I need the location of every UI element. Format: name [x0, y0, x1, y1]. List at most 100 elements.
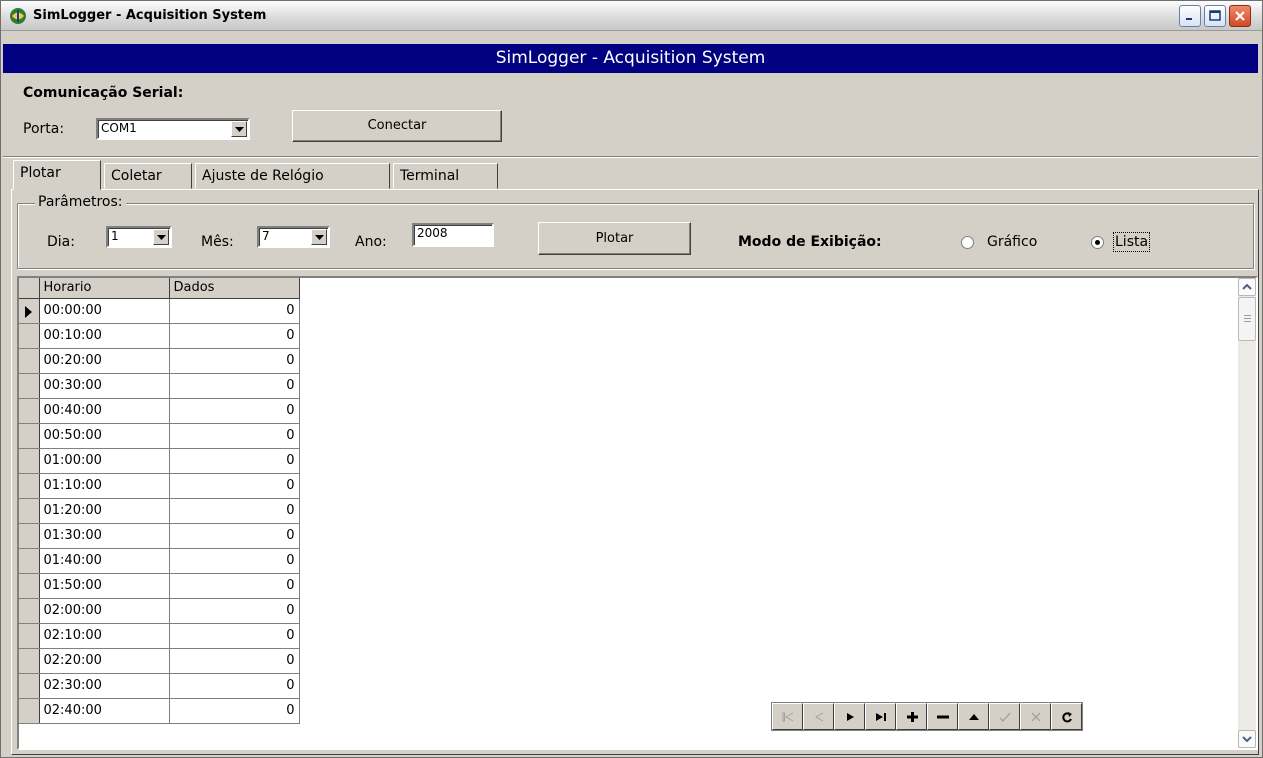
last-record-button[interactable] — [865, 703, 896, 730]
table-row[interactable]: 02:10:00 0 — [19, 623, 300, 649]
port-select[interactable]: COM1 — [96, 118, 250, 140]
tab-coletar[interactable]: Coletar — [104, 163, 192, 189]
title-bar[interactable]: SimLogger - Acquisition System — [1, 1, 1262, 31]
cell-horario[interactable]: 00:20:00 — [39, 348, 170, 374]
column-header-horario[interactable]: Horario — [39, 278, 170, 299]
mode-grafico-label[interactable]: Gráfico — [987, 234, 1037, 250]
first-record-button[interactable] — [772, 703, 803, 730]
mode-grafico-radio[interactable] — [961, 236, 974, 249]
table-row[interactable]: 00:50:00 0 — [19, 423, 300, 449]
cell-dados[interactable]: 0 — [169, 523, 300, 549]
cell-horario[interactable]: 00:00:00 — [39, 298, 170, 324]
row-indicator[interactable] — [19, 698, 40, 724]
maximize-button[interactable] — [1204, 5, 1226, 27]
cell-dados[interactable]: 0 — [169, 698, 300, 724]
scroll-thumb[interactable] — [1238, 297, 1256, 341]
scroll-up-button[interactable] — [1238, 278, 1256, 296]
prior-record-button[interactable] — [803, 703, 834, 730]
column-header-dados[interactable]: Dados — [169, 278, 300, 299]
connect-button[interactable]: Conectar — [292, 110, 502, 142]
row-indicator[interactable] — [19, 498, 40, 524]
cell-dados[interactable]: 0 — [169, 598, 300, 624]
row-indicator[interactable] — [19, 623, 40, 649]
table-row[interactable]: 01:20:00 0 — [19, 498, 300, 524]
row-indicator[interactable] — [19, 573, 40, 599]
cell-horario[interactable]: 00:40:00 — [39, 398, 170, 424]
cell-dados[interactable]: 0 — [169, 473, 300, 499]
cell-horario[interactable]: 01:00:00 — [39, 448, 170, 474]
row-indicator[interactable] — [19, 398, 40, 424]
table-row[interactable]: 01:00:00 0 — [19, 448, 300, 474]
cell-dados[interactable]: 0 — [169, 423, 300, 449]
mode-lista-radio[interactable] — [1091, 236, 1104, 249]
cell-dados[interactable]: 0 — [169, 448, 300, 474]
row-indicator[interactable] — [19, 348, 40, 374]
row-indicator[interactable] — [19, 323, 40, 349]
chevron-down-icon[interactable] — [153, 229, 169, 245]
cell-horario[interactable]: 02:30:00 — [39, 673, 170, 699]
cell-horario[interactable]: 02:40:00 — [39, 698, 170, 724]
table-row[interactable]: 00:30:00 0 — [19, 373, 300, 399]
table-row[interactable]: 00:10:00 0 — [19, 323, 300, 349]
mode-lista-label[interactable]: Lista — [1113, 232, 1151, 252]
table-row[interactable]: 02:00:00 0 — [19, 598, 300, 624]
table-row[interactable]: 01:10:00 0 — [19, 473, 300, 499]
row-indicator[interactable] — [19, 373, 40, 399]
cell-horario[interactable]: 01:40:00 — [39, 548, 170, 574]
close-button[interactable] — [1229, 5, 1251, 27]
table-row[interactable]: 00:40:00 0 — [19, 398, 300, 424]
year-input[interactable]: 2008 — [412, 223, 494, 247]
insert-record-button[interactable] — [896, 703, 927, 730]
cell-horario[interactable]: 01:10:00 — [39, 473, 170, 499]
table-row[interactable]: 00:00:00 0 — [19, 298, 300, 324]
table-row[interactable]: 02:20:00 0 — [19, 648, 300, 674]
minimize-button[interactable] — [1179, 5, 1201, 27]
row-indicator[interactable] — [19, 423, 40, 449]
cell-dados[interactable]: 0 — [169, 648, 300, 674]
table-row[interactable]: 02:30:00 0 — [19, 673, 300, 699]
cell-dados[interactable]: 0 — [169, 348, 300, 374]
cell-dados[interactable]: 0 — [169, 673, 300, 699]
cell-dados[interactable]: 0 — [169, 498, 300, 524]
cell-horario[interactable]: 01:50:00 — [39, 573, 170, 599]
row-indicator[interactable] — [19, 523, 40, 549]
tab-ajuste-relogio[interactable]: Ajuste de Relógio — [195, 163, 390, 189]
plot-button[interactable]: Plotar — [538, 222, 691, 255]
chevron-down-icon[interactable] — [231, 121, 247, 137]
chevron-down-icon[interactable] — [311, 229, 327, 245]
cell-horario[interactable]: 00:50:00 — [39, 423, 170, 449]
refresh-button[interactable] — [1051, 703, 1082, 730]
cell-dados[interactable]: 0 — [169, 623, 300, 649]
cell-horario[interactable]: 01:20:00 — [39, 498, 170, 524]
cell-horario[interactable]: 02:20:00 — [39, 648, 170, 674]
cell-dados[interactable]: 0 — [169, 573, 300, 599]
cell-dados[interactable]: 0 — [169, 323, 300, 349]
day-select[interactable]: 1 — [106, 226, 172, 248]
month-select[interactable]: 7 — [257, 226, 330, 248]
cell-dados[interactable]: 0 — [169, 548, 300, 574]
tab-plotar[interactable]: Plotar — [13, 160, 101, 190]
next-record-button[interactable] — [834, 703, 865, 730]
table-row[interactable]: 01:30:00 0 — [19, 523, 300, 549]
cancel-record-button[interactable] — [1020, 703, 1051, 730]
cell-horario[interactable]: 02:10:00 — [39, 623, 170, 649]
table-row[interactable]: 01:40:00 0 — [19, 548, 300, 574]
cell-horario[interactable]: 00:10:00 — [39, 323, 170, 349]
cell-horario[interactable]: 02:00:00 — [39, 598, 170, 624]
delete-record-button[interactable] — [927, 703, 958, 730]
row-indicator[interactable] — [19, 648, 40, 674]
tab-terminal[interactable]: Terminal — [393, 163, 498, 189]
cell-dados[interactable]: 0 — [169, 298, 300, 324]
post-record-button[interactable] — [989, 703, 1020, 730]
data-grid[interactable]: Horario Dados 00:00:00 0 00:10:00 0 00:20:00… — [17, 276, 1258, 750]
cell-dados[interactable]: 0 — [169, 398, 300, 424]
row-indicator[interactable] — [19, 473, 40, 499]
cell-horario[interactable]: 01:30:00 — [39, 523, 170, 549]
table-row[interactable]: 00:20:00 0 — [19, 348, 300, 374]
table-row[interactable]: 01:50:00 0 — [19, 573, 300, 599]
vertical-scrollbar[interactable] — [1238, 278, 1256, 748]
row-indicator[interactable] — [19, 673, 40, 699]
scroll-down-button[interactable] — [1238, 730, 1256, 748]
row-indicator[interactable] — [19, 598, 40, 624]
cell-dados[interactable]: 0 — [169, 373, 300, 399]
